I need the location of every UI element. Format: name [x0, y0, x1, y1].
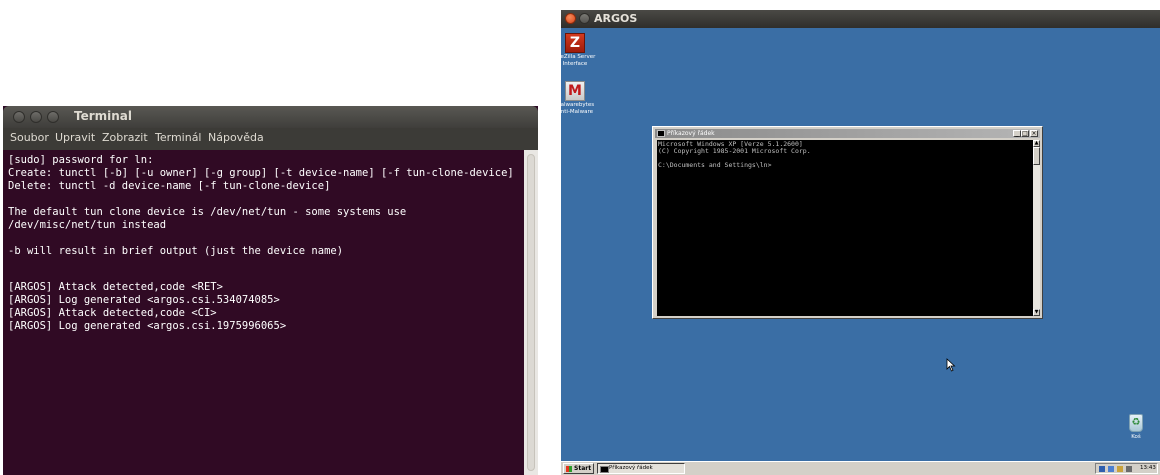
menu-soubor[interactable]: Soubor — [10, 131, 49, 144]
filezilla-icon: Z — [565, 33, 585, 53]
terminal-line: Create: tunctl [-b] [-u owner] [-g group… — [8, 167, 514, 179]
terminal-line: The default tun clone device is /dev/net… — [8, 206, 407, 218]
start-button[interactable]: Start — [563, 463, 594, 474]
xp-desktop[interactable]: Z FileZilla Server Interface M Malwareby… — [555, 28, 1160, 461]
monitor-icon[interactable] — [1108, 466, 1114, 472]
volume-icon[interactable] — [1126, 466, 1132, 472]
terminal-scrollbar[interactable] — [524, 150, 538, 475]
terminal-line: Delete: tunctl -d device-name [-f tun-cl… — [8, 180, 331, 192]
desktop-icon-label: Malwarebytes — [555, 102, 595, 108]
cmd-line: (C) Copyright 1985-2001 Microsoft Corp. — [658, 147, 811, 155]
cmd-maximize-button[interactable]: □ — [1021, 130, 1029, 137]
menu-zobrazit[interactable]: Zobrazit — [102, 131, 148, 144]
cmd-console[interactable]: Microsoft Windows XP [Verze 5.1.2600] (C… — [657, 140, 1033, 316]
menu-terminal[interactable]: Terminál — [155, 131, 202, 144]
xp-taskbar: Start Příkazový řádek 13:43 — [561, 461, 1160, 475]
cmd-titlebar[interactable]: Příkazový řádek _ □ × — [655, 129, 1040, 138]
terminal-minimize-button[interactable] — [30, 111, 42, 123]
terminal-titlebar[interactable]: Terminal — [3, 106, 538, 128]
start-label: Start — [574, 465, 592, 472]
cmd-system-icon[interactable] — [657, 130, 665, 137]
argos-vm-window: ARGOS Z FileZilla Server Interface M Mal… — [555, 10, 1160, 475]
desktop-icon-recycle-bin[interactable]: ♻ Koš — [1112, 414, 1160, 441]
cmd-window: Příkazový řádek _ □ × Microsoft Windows … — [652, 126, 1043, 319]
vm-close-button[interactable] — [565, 13, 576, 24]
terminal-line: [ARGOS] Log generated <argos.csi.1975996… — [8, 320, 287, 332]
taskbar-clock[interactable]: 13:43 — [1140, 464, 1156, 473]
desktop-icon-malwarebytes[interactable]: M Malwarebytes Anti-Malware — [551, 81, 599, 116]
cmd-minimize-button[interactable]: _ — [1013, 130, 1021, 137]
network-icon[interactable] — [1099, 466, 1105, 472]
desktop-icon-label: Interface — [562, 61, 588, 67]
cmd-scroll-up-icon[interactable]: ▲ — [1033, 140, 1040, 147]
menu-upravit[interactable]: Upravit — [55, 131, 95, 144]
terminal-title: Terminal — [74, 109, 133, 123]
terminal-scrollbar-thumb[interactable] — [527, 154, 535, 471]
desktop-icon-label: Koš — [1131, 434, 1141, 440]
taskbar-item-label: Příkazový řádek — [609, 465, 653, 471]
terminal-line: /dev/misc/net/tun instead — [8, 219, 167, 231]
vm-minimize-button[interactable] — [579, 13, 590, 24]
desktop-icon-label: FileZilla Server — [554, 54, 596, 60]
taskbar-item-cmd[interactable]: Příkazový řádek — [597, 463, 685, 474]
terminal-line: [ARGOS] Log generated <argos.csi.5340740… — [8, 294, 280, 306]
terminal-close-button[interactable] — [13, 111, 25, 123]
cmd-icon — [600, 466, 609, 473]
mouse-cursor-icon — [946, 358, 956, 372]
terminal-line: [ARGOS] Attack detected,code <CI> — [8, 307, 217, 319]
cmd-scrollbar-thumb[interactable] — [1033, 147, 1040, 165]
terminal-window: Terminal Soubor Upravit Zobrazit Terminá… — [3, 106, 538, 475]
malwarebytes-icon: M — [565, 81, 585, 101]
vm-title: ARGOS — [594, 12, 638, 25]
system-tray: 13:43 — [1095, 463, 1158, 474]
terminal-maximize-button[interactable] — [47, 111, 59, 123]
vm-titlebar[interactable]: ARGOS — [561, 10, 1160, 28]
cmd-scroll-down-icon[interactable]: ▼ — [1033, 309, 1040, 316]
windows-flag-icon — [566, 466, 572, 472]
shield-icon[interactable] — [1117, 466, 1123, 472]
terminal-line: [ARGOS] Attack detected,code <RET> — [8, 281, 223, 293]
terminal-line: [sudo] password for ln: — [8, 154, 154, 166]
cmd-close-button[interactable]: × — [1030, 130, 1038, 137]
recycle-bin-icon: ♻ — [1129, 414, 1143, 432]
desktop-icon-filezilla[interactable]: Z FileZilla Server Interface — [551, 33, 599, 68]
desktop-icon-label: Anti-Malware — [557, 109, 593, 115]
cmd-prompt: C:\Documents and Settings\ln> — [658, 161, 772, 169]
terminal-menubar: Soubor Upravit Zobrazit Terminál Nápověd… — [3, 128, 538, 150]
cmd-scrollbar[interactable]: ▲ ▼ — [1033, 140, 1040, 316]
cmd-title: Příkazový řádek — [667, 130, 715, 137]
terminal-line: -b will result in brief output (just the… — [8, 245, 344, 257]
menu-napoveda[interactable]: Nápověda — [208, 131, 264, 144]
terminal-output[interactable]: [sudo] password for ln: Create: tunctl [… — [3, 150, 524, 475]
